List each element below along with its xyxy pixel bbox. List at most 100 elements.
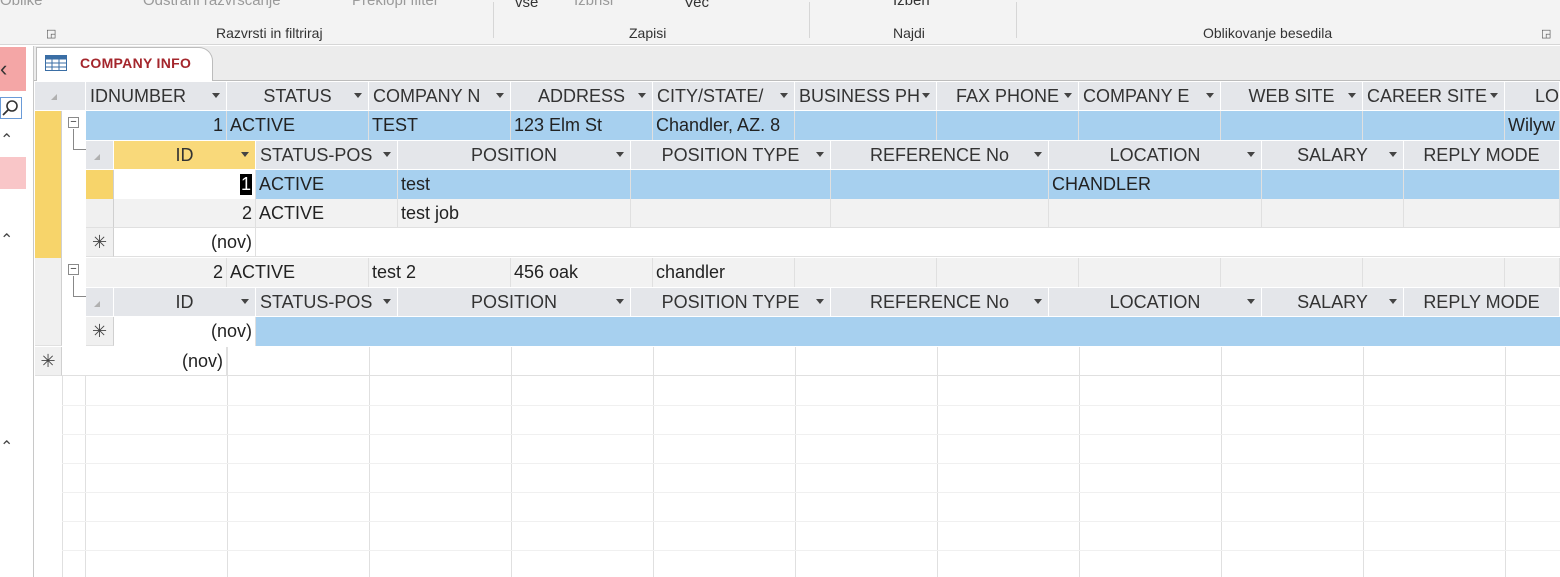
sub-column-header-position-type[interactable]: POSITION TYPE xyxy=(631,288,831,316)
dropdown-arrow-icon[interactable] xyxy=(638,93,646,98)
sub-cell-reply-mode[interactable] xyxy=(1404,199,1560,228)
column-header-company-name[interactable]: COMPANY N xyxy=(369,82,511,110)
sub-column-header-status-pos[interactable]: STATUS-POS xyxy=(256,141,398,169)
chevron-up-icon[interactable]: ⌃ xyxy=(0,437,13,457)
sub-column-header-reference-no[interactable]: REFERENCE No xyxy=(831,288,1049,316)
cell-idnumber[interactable]: 1 xyxy=(86,111,227,140)
cell-company-email[interactable] xyxy=(1079,111,1221,140)
dropdown-arrow-icon[interactable] xyxy=(383,152,391,157)
cell-city-state[interactable]: Chandler, AZ. 8 xyxy=(653,111,795,140)
dropdown-arrow-icon[interactable] xyxy=(241,299,249,304)
sub-cell-status-pos[interactable]: ACTIVE xyxy=(256,170,398,199)
remove-sort-button[interactable]: Odstrani razvrščanje xyxy=(143,0,281,9)
column-header-career-site[interactable]: CAREER SITE xyxy=(1363,82,1505,110)
dropdown-arrow-icon[interactable] xyxy=(1034,299,1042,304)
cell-career-site[interactable] xyxy=(1363,258,1505,287)
sub-column-header-reply-mode[interactable]: REPLY MODE xyxy=(1404,288,1560,316)
dropdown-arrow-icon[interactable] xyxy=(496,93,504,98)
column-header-web-site[interactable]: WEB SITE xyxy=(1221,82,1363,110)
cell-fax-phone[interactable] xyxy=(937,111,1079,140)
search-button[interactable] xyxy=(0,97,22,119)
record-selector-active[interactable] xyxy=(35,111,62,258)
new-record-label[interactable]: (nov) xyxy=(86,347,227,376)
dropdown-arrow-icon[interactable] xyxy=(816,299,824,304)
sub-cell-id-editing[interactable]: 1 xyxy=(114,170,256,199)
new-record-icon[interactable]: ✳ xyxy=(35,347,62,376)
sub-select-all-corner[interactable] xyxy=(86,141,114,169)
dropdown-arrow-icon[interactable] xyxy=(616,299,624,304)
sub-cell-id[interactable]: 2 xyxy=(114,199,256,228)
new-record-icon[interactable]: ✳ xyxy=(86,228,114,257)
cell-business-phone[interactable] xyxy=(795,258,937,287)
sub-column-header-position-type[interactable]: POSITION TYPE xyxy=(631,141,831,169)
delete-record-button[interactable]: Izbriši xyxy=(574,0,613,9)
dropdown-arrow-icon[interactable] xyxy=(383,299,391,304)
toggle-filter-button[interactable]: Preklopi filter xyxy=(352,0,439,9)
cell-location[interactable]: Wilyw xyxy=(1505,111,1560,140)
sub-cell-reference-no[interactable] xyxy=(831,170,1049,199)
chevron-up-icon[interactable]: ⌃ xyxy=(0,130,13,150)
sub-cell-location[interactable] xyxy=(1049,199,1262,228)
text-formatting-launcher-icon[interactable]: ◲ xyxy=(1541,27,1551,40)
sub-column-header-reply-mode[interactable]: REPLY MODE xyxy=(1404,141,1560,169)
dropdown-arrow-icon[interactable] xyxy=(922,93,930,98)
cell-city-state[interactable]: chandler xyxy=(653,258,795,287)
sub-column-header-reference-no[interactable]: REFERENCE No xyxy=(831,141,1049,169)
dropdown-arrow-icon[interactable] xyxy=(1247,299,1255,304)
cell-company-name[interactable]: test 2 xyxy=(369,258,511,287)
cell-address[interactable]: 456 oak xyxy=(511,258,653,287)
dropdown-arrow-icon[interactable] xyxy=(1389,152,1397,157)
new-record-row[interactable] xyxy=(256,317,1560,346)
collapse-icon[interactable]: − xyxy=(68,264,79,275)
cell-address[interactable]: 123 Elm St xyxy=(511,111,653,140)
cell-career-site[interactable] xyxy=(1363,111,1505,140)
sub-column-header-id[interactable]: ID xyxy=(114,141,256,169)
sub-cell-status-pos[interactable]: ACTIVE xyxy=(256,199,398,228)
more-button[interactable]: Več xyxy=(684,0,709,11)
dropdown-arrow-icon[interactable] xyxy=(354,93,362,98)
cell-fax-phone[interactable] xyxy=(937,258,1079,287)
dropdown-arrow-icon[interactable] xyxy=(616,152,624,157)
new-record-label[interactable]: (nov) xyxy=(114,228,256,257)
sub-column-header-salary[interactable]: SALARY xyxy=(1262,288,1404,316)
chevron-up-icon[interactable]: ⌃ xyxy=(0,230,13,250)
nav-highlight[interactable] xyxy=(0,157,26,189)
dropdown-arrow-icon[interactable] xyxy=(212,93,220,98)
sub-cell-location[interactable]: CHANDLER xyxy=(1049,170,1262,199)
cell-location[interactable] xyxy=(1505,258,1560,287)
sub-cell-position-type[interactable] xyxy=(631,170,831,199)
new-record-row[interactable] xyxy=(114,228,1560,257)
sub-record-selector[interactable] xyxy=(86,199,114,228)
sub-column-header-position[interactable]: POSITION xyxy=(398,141,631,169)
dropdown-arrow-icon[interactable] xyxy=(1034,152,1042,157)
dropdown-arrow-icon[interactable] xyxy=(1247,152,1255,157)
sub-column-header-position[interactable]: POSITION xyxy=(398,288,631,316)
column-header-location[interactable]: LO xyxy=(1505,82,1560,110)
sub-cell-position-type[interactable] xyxy=(631,199,831,228)
cell-web-site[interactable] xyxy=(1221,111,1363,140)
sub-cell-position[interactable]: test xyxy=(398,170,631,199)
dropdown-arrow-icon[interactable] xyxy=(1206,93,1214,98)
dropdown-arrow-icon[interactable] xyxy=(780,93,788,98)
refresh-all-button[interactable]: vse xyxy=(515,0,538,11)
new-record-row[interactable] xyxy=(62,347,1560,376)
dropdown-arrow-icon[interactable] xyxy=(1490,93,1498,98)
column-header-status[interactable]: STATUS xyxy=(227,82,369,110)
new-record-label[interactable]: (nov) xyxy=(114,317,256,346)
sub-column-header-location[interactable]: LOCATION xyxy=(1049,141,1262,169)
cell-status[interactable]: ACTIVE xyxy=(227,111,369,140)
column-header-business-phone[interactable]: BUSINESS PH xyxy=(795,82,937,110)
sub-cell-salary[interactable] xyxy=(1262,199,1404,228)
cell-company-email[interactable] xyxy=(1079,258,1221,287)
cell-business-phone[interactable] xyxy=(795,111,937,140)
sub-column-header-salary[interactable]: SALARY xyxy=(1262,141,1404,169)
column-header-idnumber[interactable]: IDNUMBER xyxy=(86,82,227,110)
close-pane-button[interactable]: ‹ xyxy=(0,47,26,91)
column-header-fax-phone[interactable]: FAX PHONE xyxy=(937,82,1079,110)
cell-web-site[interactable] xyxy=(1221,258,1363,287)
dropdown-arrow-icon[interactable] xyxy=(816,152,824,157)
ribbon-cut-oblike[interactable]: Oblike xyxy=(0,0,43,9)
sub-cell-reply-mode[interactable] xyxy=(1404,170,1560,199)
cell-company-name[interactable]: TEST xyxy=(369,111,511,140)
sub-cell-position[interactable]: test job xyxy=(398,199,631,228)
